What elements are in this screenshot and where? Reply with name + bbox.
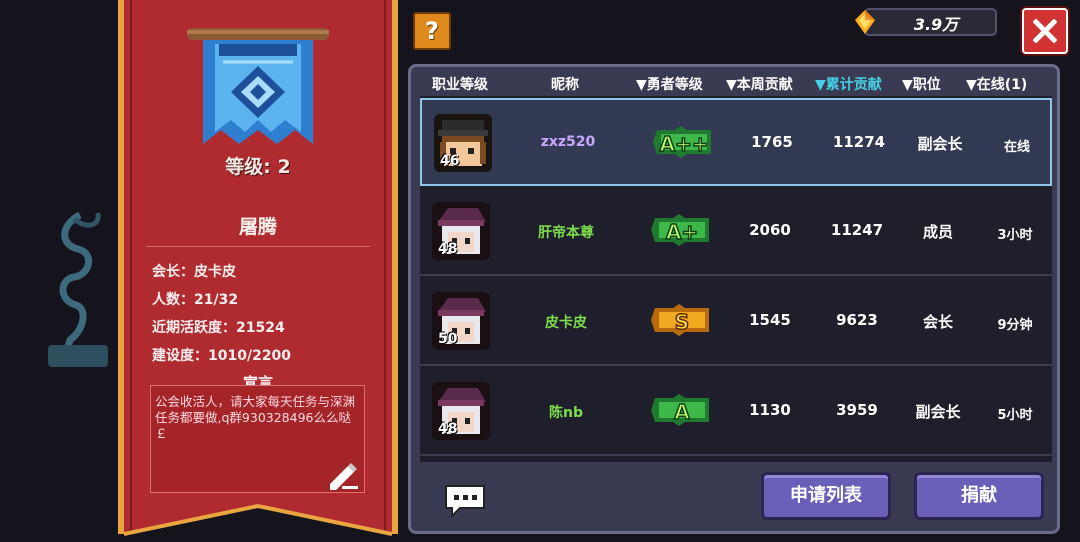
close-icon xyxy=(1033,19,1057,43)
rank-letter: A+ xyxy=(666,220,698,244)
column-header-hero-level[interactable]: ▼勇者等级 xyxy=(636,74,703,94)
member-position: 副会长 xyxy=(915,403,961,421)
member-level: 48 xyxy=(438,421,458,437)
donate-button[interactable]: 捐献 xyxy=(914,472,1044,520)
member-nickname: 肝帝本尊 xyxy=(538,225,594,241)
rank-letter: A++ xyxy=(660,132,709,156)
guild-name: 屠腾 xyxy=(238,216,277,238)
member-weekly-contribution: 1130 xyxy=(749,401,791,419)
guild-level: 等级: 2 xyxy=(225,156,291,178)
gem-icon xyxy=(855,10,875,34)
hero-rank-badge-icon: A++ xyxy=(653,126,711,158)
member-total-contribution: 9623 xyxy=(836,311,878,329)
member-nickname: zxz520 xyxy=(540,134,596,150)
guild-flag-icon xyxy=(187,28,329,144)
apply-list-button[interactable]: 申请列表 xyxy=(761,472,891,520)
member-online-status: 9分钟 xyxy=(997,318,1033,333)
member-level: 48 xyxy=(438,241,458,257)
member-online-status: 3小时 xyxy=(997,228,1033,243)
rank-letter: A xyxy=(674,400,690,424)
member-online-status: 在线 xyxy=(1003,140,1030,155)
member-weekly-contribution: 1765 xyxy=(751,133,793,151)
column-header-nickname: 昵称 xyxy=(551,77,579,93)
member-nickname: 陈nb xyxy=(549,405,583,421)
member-total-contribution: 11274 xyxy=(832,133,886,151)
member-row[interactable]: 46 zxz520 A++ 1765 11274 副会长 在线 xyxy=(420,98,1052,186)
rank-letter: S xyxy=(675,310,689,334)
edit-declaration-icon[interactable] xyxy=(326,458,360,492)
background-swirl-decoration xyxy=(48,211,108,367)
chat-icon[interactable] xyxy=(440,480,490,520)
member-total-contribution: 3959 xyxy=(836,401,878,419)
guild-construction: 建设度：1010/2200 xyxy=(152,348,292,364)
column-header-weekly-contribution[interactable]: ▼本周贡献 xyxy=(726,74,793,94)
hero-rank-badge-icon: A+ xyxy=(651,214,709,246)
member-row[interactable]: 48 肝帝本尊 A+ 2060 11247 成员 3小时 xyxy=(420,188,1052,276)
member-online-status: 5小时 xyxy=(997,408,1033,423)
help-button[interactable]: ? xyxy=(413,12,451,50)
member-row[interactable]: 48 陈nb A 1130 3959 副会长 5小时 xyxy=(420,368,1052,456)
guild-name-divider xyxy=(146,246,370,247)
column-header-total-contribution[interactable]: ▼累计贡献 xyxy=(815,74,882,94)
column-header-online[interactable]: ▼在线(1) xyxy=(966,74,1027,94)
member-weekly-contribution: 1545 xyxy=(749,311,791,329)
member-list[interactable]: 46 zxz520 A++ 1765 11274 副会长 在线 48 肝帝本尊 xyxy=(420,96,1052,462)
currency-value: 3.9万 xyxy=(913,15,959,34)
member-nickname: 皮卡皮 xyxy=(545,315,587,331)
member-row[interactable]: 50 皮卡皮 S 1545 9623 会长 9分钟 xyxy=(420,278,1052,366)
member-level: 50 xyxy=(438,331,458,347)
member-position: 会长 xyxy=(922,313,953,331)
member-level: 46 xyxy=(440,153,460,169)
banner-bottom-notch xyxy=(123,503,393,542)
column-header-position[interactable]: ▼职位 xyxy=(902,74,941,94)
member-total-contribution: 11247 xyxy=(830,221,884,239)
column-header-job-level: 职业等级 xyxy=(432,77,488,93)
member-weekly-contribution: 2060 xyxy=(749,221,791,239)
member-position: 副会长 xyxy=(917,135,963,153)
hero-rank-badge-icon: A xyxy=(651,394,709,426)
member-position: 成员 xyxy=(922,223,953,241)
close-button[interactable] xyxy=(1022,8,1068,54)
guild-activity: 近期活跃度：21524 xyxy=(152,320,285,336)
guild-member-count: 人数：21/32 xyxy=(152,292,239,308)
hero-rank-badge-icon: S xyxy=(651,304,709,336)
guild-leader: 会长：皮卡皮 xyxy=(152,264,236,280)
